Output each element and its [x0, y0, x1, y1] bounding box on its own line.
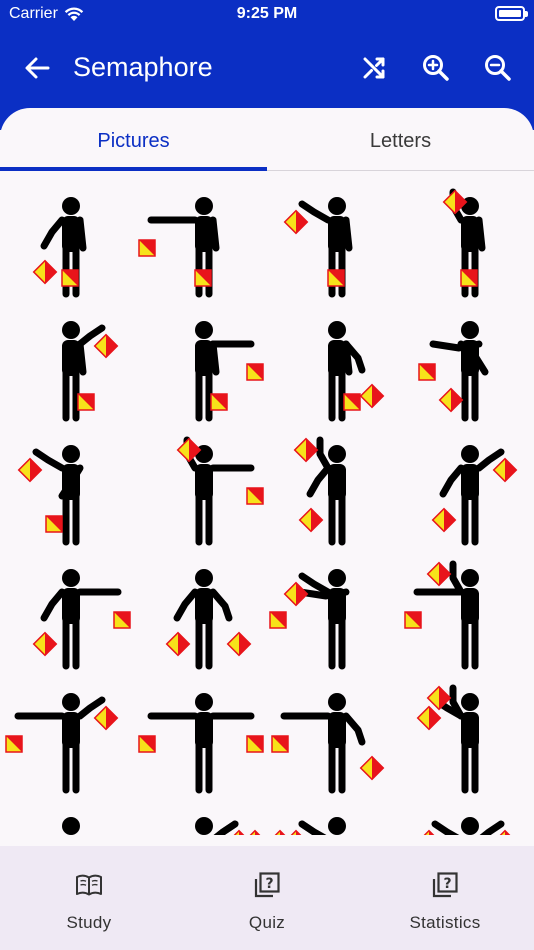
back-arrow-icon[interactable] — [22, 53, 52, 83]
semaphore-figure-8[interactable] — [399, 310, 532, 434]
semaphore-figure-17[interactable] — [0, 682, 133, 806]
semaphore-figure-icon — [283, 197, 353, 298]
semaphore-figure-icon — [431, 445, 518, 546]
semaphore-figure-icon — [293, 436, 346, 546]
semaphore-figure-14[interactable] — [133, 558, 266, 682]
semaphore-figure-icon — [5, 693, 119, 794]
semaphore-figure-2[interactable] — [133, 186, 266, 310]
semaphore-figure-icon — [267, 817, 346, 835]
semaphore-figure-icon — [32, 569, 131, 670]
semaphore-figure-icon — [442, 188, 486, 298]
semaphore-figure-icon — [416, 684, 479, 794]
semaphore-figure-23[interactable] — [266, 806, 399, 835]
shuffle-icon[interactable] — [358, 52, 390, 84]
page-title: Semaphore — [73, 52, 213, 82]
nav-study[interactable]: Study — [0, 846, 178, 950]
semaphore-figure-5[interactable] — [0, 310, 133, 434]
semaphore-figure-icon — [416, 817, 518, 835]
semaphore-figure-icon — [62, 321, 119, 422]
semaphore-figure-6[interactable] — [133, 310, 266, 434]
semaphore-figure-icon — [328, 321, 385, 422]
semaphore-figure-24[interactable] — [399, 806, 532, 835]
nav-quiz[interactable]: ? Quiz — [178, 846, 356, 950]
semaphore-figure-19[interactable] — [266, 682, 399, 806]
quiz-icon: ? — [254, 872, 280, 898]
semaphore-figure-18[interactable] — [133, 682, 266, 806]
semaphore-figure-icon — [165, 569, 252, 670]
semaphore-figure-3[interactable] — [266, 186, 399, 310]
semaphore-figure-icon — [176, 436, 264, 546]
semaphore-grid — [0, 172, 534, 835]
semaphore-figure-21[interactable] — [0, 806, 133, 835]
nav-statistics[interactable]: ? Statistics — [356, 846, 534, 950]
zoom-in-icon[interactable] — [420, 52, 452, 84]
bottom-navigation: Study ? Quiz ? Statistics — [0, 846, 534, 950]
semaphore-figure-7[interactable] — [266, 310, 399, 434]
semaphore-figure-icon — [138, 693, 264, 794]
clock: 9:25 PM — [236, 5, 298, 22]
semaphore-figure-12[interactable] — [399, 434, 532, 558]
book-icon — [76, 874, 102, 896]
semaphore-figure-9[interactable] — [0, 434, 133, 558]
semaphore-figure-icon — [418, 321, 489, 422]
semaphore-figure-22[interactable] — [133, 806, 268, 835]
app-bar: Semaphore — [0, 40, 534, 96]
svg-text:?: ? — [443, 876, 451, 892]
nav-quiz-label: Quiz — [248, 913, 286, 932]
status-bar: Carrier 9:25 PM — [0, 0, 534, 30]
semaphore-figure-icon — [404, 560, 479, 670]
semaphore-figure-13[interactable] — [0, 558, 133, 682]
semaphore-figure-icon — [32, 197, 87, 298]
semaphore-figure-icon — [62, 817, 80, 835]
semaphore-figure-10[interactable] — [133, 434, 266, 558]
tab-pictures[interactable]: Pictures — [0, 108, 267, 170]
semaphore-figure-20[interactable] — [399, 682, 532, 806]
nav-study-label: Study — [66, 913, 112, 932]
statistics-icon: ? — [432, 872, 458, 898]
semaphore-figure-icon — [195, 817, 268, 835]
semaphore-figure-4[interactable] — [399, 186, 532, 310]
semaphore-figure-icon — [17, 445, 84, 546]
zoom-out-icon[interactable] — [482, 52, 514, 84]
battery-icon — [495, 6, 528, 21]
semaphore-figure-16[interactable] — [399, 558, 532, 682]
semaphore-figure-icon — [271, 693, 385, 794]
tab-letters[interactable]: Letters — [267, 108, 534, 170]
active-tab-indicator — [0, 167, 267, 171]
semaphore-figure-1[interactable] — [0, 186, 133, 310]
semaphore-figure-11[interactable] — [266, 434, 399, 558]
tab-bar: Pictures Letters — [0, 108, 534, 171]
semaphore-figure-15[interactable] — [266, 558, 399, 682]
semaphore-figure-icon — [269, 569, 350, 670]
semaphore-figure-icon — [138, 197, 220, 298]
semaphore-figure-icon — [195, 321, 264, 422]
svg-text:?: ? — [265, 876, 273, 892]
nav-statistics-label: Statistics — [409, 913, 481, 932]
